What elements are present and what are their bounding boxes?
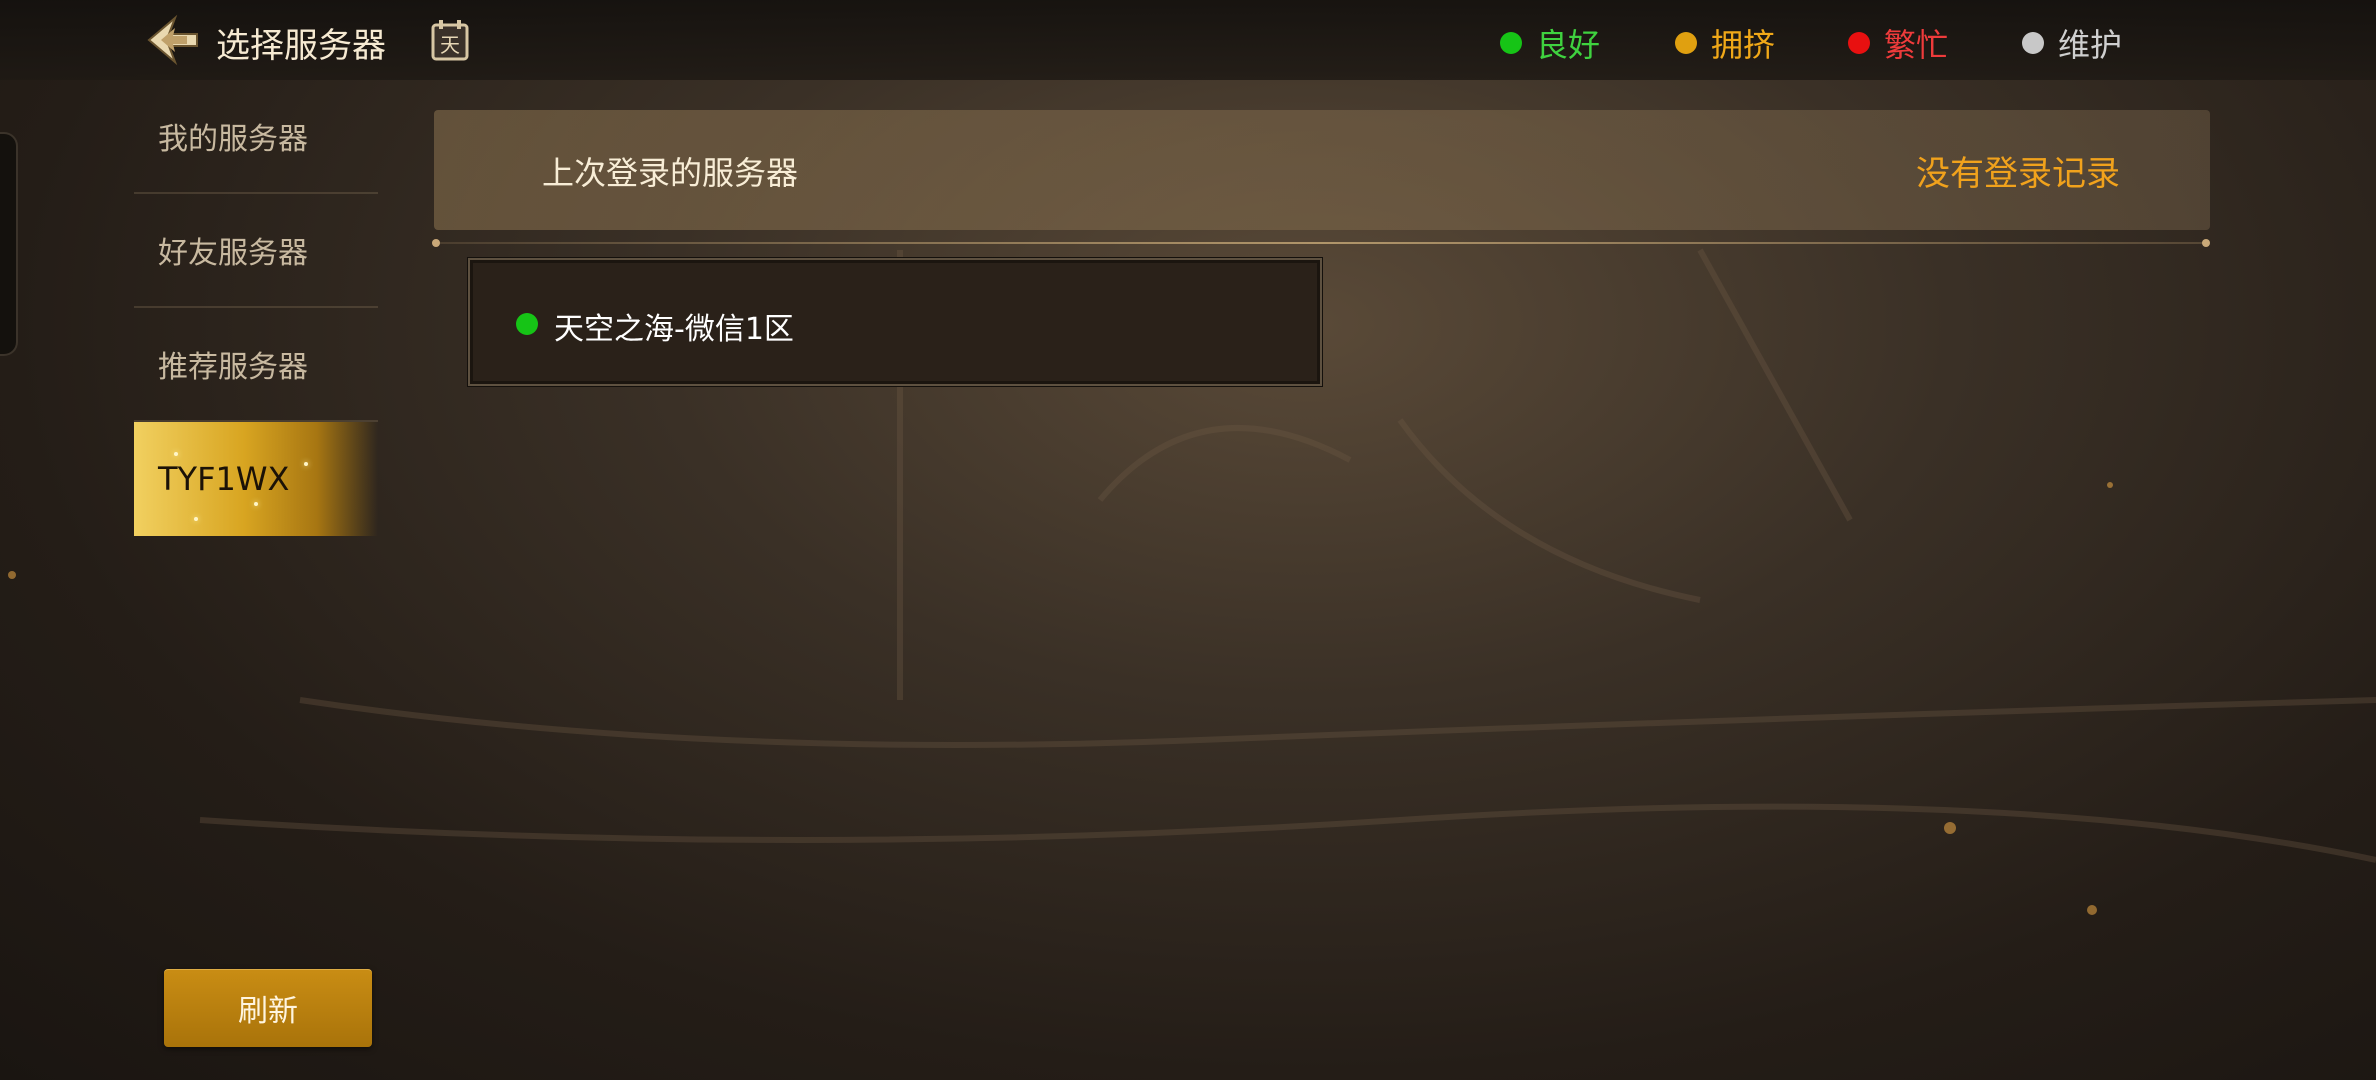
status-dot-busy xyxy=(1848,32,1870,54)
refresh-button-label: 刷新 xyxy=(238,994,298,1029)
status-dot-maintenance xyxy=(2022,32,2044,54)
server-card[interactable]: 天空之海-微信1区 xyxy=(468,258,1322,386)
sidebar-item-label: 好友服务器 xyxy=(158,236,308,271)
sidebar-item-label: TYF1WX xyxy=(158,460,290,498)
sidebar-item-recommended-servers[interactable]: 推荐服务器 xyxy=(134,308,378,422)
legend-label-maintenance: 维护 xyxy=(2058,26,2123,64)
sidebar-item-friend-servers[interactable]: 好友服务器 xyxy=(134,194,378,308)
back-arrow-icon xyxy=(147,14,198,66)
top-bar: 选择服务器 天 良好 拥挤 繁忙 维护 xyxy=(0,0,2376,80)
sidebar-item-my-servers[interactable]: 我的服务器 xyxy=(134,80,378,194)
sparkle-decoration xyxy=(304,462,308,466)
sidebar-item-tyf1wx[interactable]: TYF1WX xyxy=(134,422,378,536)
calendar-icon: 天 xyxy=(431,20,469,61)
last-login-panel: 上次登录的服务器 没有登录记录 xyxy=(434,110,2210,230)
server-name: 天空之海-微信1区 xyxy=(554,312,794,347)
status-dot-crowded xyxy=(1675,32,1697,54)
calendar-day-char: 天 xyxy=(440,33,460,57)
status-dot-good xyxy=(1500,32,1522,54)
legend-maintenance: 维护 xyxy=(2022,20,2122,66)
legend-crowded: 拥挤 xyxy=(1675,20,1775,66)
sidebar-item-label: 我的服务器 xyxy=(158,122,308,157)
side-edge-tab xyxy=(0,132,18,356)
back-button[interactable] xyxy=(145,14,201,66)
legend-busy: 繁忙 xyxy=(1848,20,1948,66)
section-divider xyxy=(432,239,2210,247)
legend-label-busy: 繁忙 xyxy=(1884,26,1949,64)
refresh-button[interactable]: 刷新 xyxy=(164,969,372,1047)
calendar-button[interactable]: 天 xyxy=(430,18,470,62)
sparkle-decoration xyxy=(174,452,178,456)
server-category-sidebar: 我的服务器 好友服务器 推荐服务器 TYF1WX xyxy=(134,80,378,536)
sidebar-item-label: 推荐服务器 xyxy=(158,350,308,385)
sparkle-decoration xyxy=(254,502,258,506)
sparkle-decoration xyxy=(194,517,198,521)
legend-label-crowded: 拥挤 xyxy=(1711,26,1776,64)
legend-good: 良好 xyxy=(1500,20,1600,66)
page-title: 选择服务器 xyxy=(216,26,386,66)
last-login-value: 没有登录记录 xyxy=(1916,154,2120,194)
legend-label-good: 良好 xyxy=(1536,26,1601,64)
last-login-label: 上次登录的服务器 xyxy=(542,154,799,192)
server-status-dot xyxy=(516,313,538,335)
